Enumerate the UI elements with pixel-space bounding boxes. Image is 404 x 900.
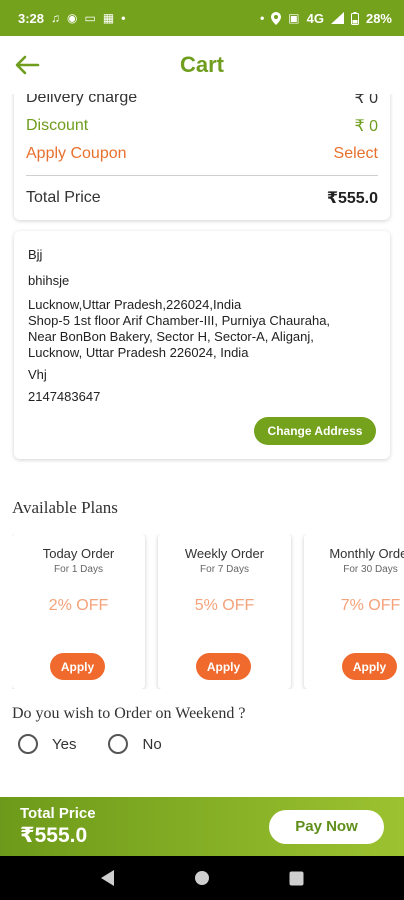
weekend-radio-group: Yes No xyxy=(18,734,194,754)
weekend-yes-label[interactable]: Yes xyxy=(52,736,76,753)
apply-plan-button[interactable]: Apply xyxy=(196,653,251,680)
delivery-charge-value: ₹ 0 xyxy=(354,94,378,107)
weekend-question: Do you wish to Order on Weekend ? xyxy=(12,705,246,722)
footer-total-value: ₹555.0 xyxy=(20,824,88,847)
plan-days: For 30 Days xyxy=(343,564,398,575)
weekend-yes-radio[interactable] xyxy=(18,734,38,754)
change-address-button[interactable]: Change Address xyxy=(254,417,376,445)
cart-content[interactable]: Delivery charge ₹ 0 Discount ₹ 0 Apply C… xyxy=(0,94,404,797)
app-notification-icon: ◉ xyxy=(67,11,78,25)
weekend-no-radio[interactable] xyxy=(108,734,129,754)
discount-label: Discount xyxy=(26,117,89,134)
page-title: Cart xyxy=(179,52,224,77)
plan-card-monthly: Monthly Order For 30 Days 7% OFF Apply xyxy=(304,534,404,689)
location-icon xyxy=(271,11,282,25)
divider xyxy=(26,175,378,176)
plan-name: Today Order xyxy=(42,546,115,561)
address-extra: Vhj xyxy=(28,367,47,382)
vibrate-icon: ▣ xyxy=(288,11,300,25)
nav-recents-icon xyxy=(289,871,304,885)
apply-plan-button[interactable]: Apply xyxy=(50,653,105,680)
back-button[interactable] xyxy=(12,50,42,80)
plan-name: Weekly Order xyxy=(184,546,265,561)
total-price-value: ₹555.0 xyxy=(326,190,378,207)
apply-coupon-row[interactable]: Apply Coupon Select xyxy=(26,140,378,168)
total-price-row: Total Price ₹555.0 xyxy=(26,184,378,212)
address-name: Bjj xyxy=(28,247,43,262)
screen-cast-icon: ▭ xyxy=(84,11,96,25)
plan-discount: 5% OFF xyxy=(194,597,255,614)
address-lines: Lucknow,Uttar Pradesh,226024,India Shop-… xyxy=(28,297,376,361)
nav-recents-button[interactable] xyxy=(285,866,309,890)
address-line-3: Shop-5 1st floor Arif Chamber-III, Purni… xyxy=(28,313,331,328)
status-bar: 3:28 ♫ ◉ ▭ ▦ • • ▣ 4G 28% xyxy=(0,0,404,36)
apply-coupon-label: Apply Coupon xyxy=(26,145,127,162)
footer-total: Total Price ₹555.0 xyxy=(20,805,96,848)
address-line-2: Lucknow,Uttar Pradesh,226024,India xyxy=(28,297,242,312)
address-line-5: Lucknow, Uttar Pradesh 226024, India xyxy=(28,345,249,360)
dot-icon: • xyxy=(260,11,265,25)
delivery-charge-row: Delivery charge ₹ 0 xyxy=(26,94,378,112)
battery-icon xyxy=(350,11,359,25)
weekend-no-label[interactable]: No xyxy=(142,736,161,753)
discount-value: ₹ 0 xyxy=(354,118,378,135)
status-time: 3:28 xyxy=(18,10,45,26)
nav-home-icon xyxy=(194,871,209,885)
address-phone: 2147483647 xyxy=(28,389,101,404)
delivery-charge-label: Delivery charge xyxy=(26,94,138,106)
plan-days: For 7 Days xyxy=(200,564,249,575)
music-note-icon: ♫ xyxy=(51,11,61,25)
address-line-1: bhihsje xyxy=(28,273,70,288)
discount-row: Discount ₹ 0 xyxy=(26,112,378,140)
address-card: Bjj bhihsje Lucknow,Uttar Pradesh,226024… xyxy=(14,231,390,459)
plan-days: For 1 Days xyxy=(54,564,103,575)
plan-discount: 7% OFF xyxy=(340,597,401,614)
total-price-label: Total Price xyxy=(26,189,101,206)
grid-app-icon: ▦ xyxy=(102,11,115,25)
plan-discount: 2% OFF xyxy=(48,597,109,614)
plans-carousel[interactable]: Today Order For 1 Days 2% OFF Apply Week… xyxy=(12,534,404,689)
pay-now-button[interactable]: Pay Now xyxy=(269,809,384,844)
checkout-bar: Total Price ₹555.0 Pay Now xyxy=(0,797,404,856)
signal-icon xyxy=(330,12,344,24)
more-dot-icon: • xyxy=(121,11,126,25)
nav-back-icon xyxy=(101,870,115,886)
apply-plan-button[interactable]: Apply xyxy=(342,653,397,680)
price-summary-card: Delivery charge ₹ 0 Discount ₹ 0 Apply C… xyxy=(14,94,390,220)
address-line-4: Near BonBon Bakery, Sector H, Sector-A, … xyxy=(28,329,314,344)
battery-level: 28% xyxy=(365,10,392,26)
nav-back-button[interactable] xyxy=(95,866,119,890)
system-nav-bar xyxy=(0,856,404,900)
plan-card-weekly: Weekly Order For 7 Days 5% OFF Apply xyxy=(158,534,291,689)
plans-title: Available Plans xyxy=(12,498,118,517)
app-bar: Cart xyxy=(0,36,404,94)
plan-card-today: Today Order For 1 Days 2% OFF Apply xyxy=(12,534,145,689)
back-arrow-icon xyxy=(15,55,40,75)
footer-total-label: Total Price xyxy=(20,805,96,822)
plan-name: Monthly Order xyxy=(329,546,404,561)
nav-home-button[interactable] xyxy=(190,866,214,890)
network-type: 4G xyxy=(306,10,324,26)
select-coupon-link[interactable]: Select xyxy=(334,145,378,163)
